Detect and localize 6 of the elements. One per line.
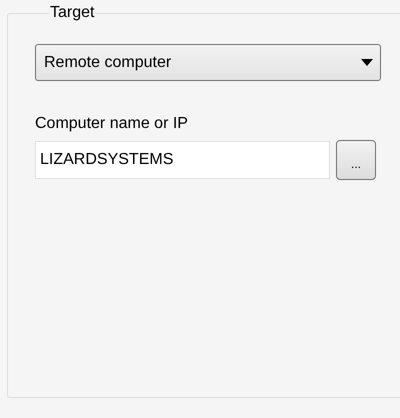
target-dropdown[interactable]: Remote computer — [35, 44, 381, 81]
browse-button[interactable]: ... — [336, 140, 376, 180]
group-title: Target — [49, 4, 96, 22]
caret-icon — [361, 59, 373, 66]
field-label: Computer name or IP — [35, 114, 189, 134]
input-field[interactable]: LIZARDSYSTEMS — [35, 141, 330, 179]
